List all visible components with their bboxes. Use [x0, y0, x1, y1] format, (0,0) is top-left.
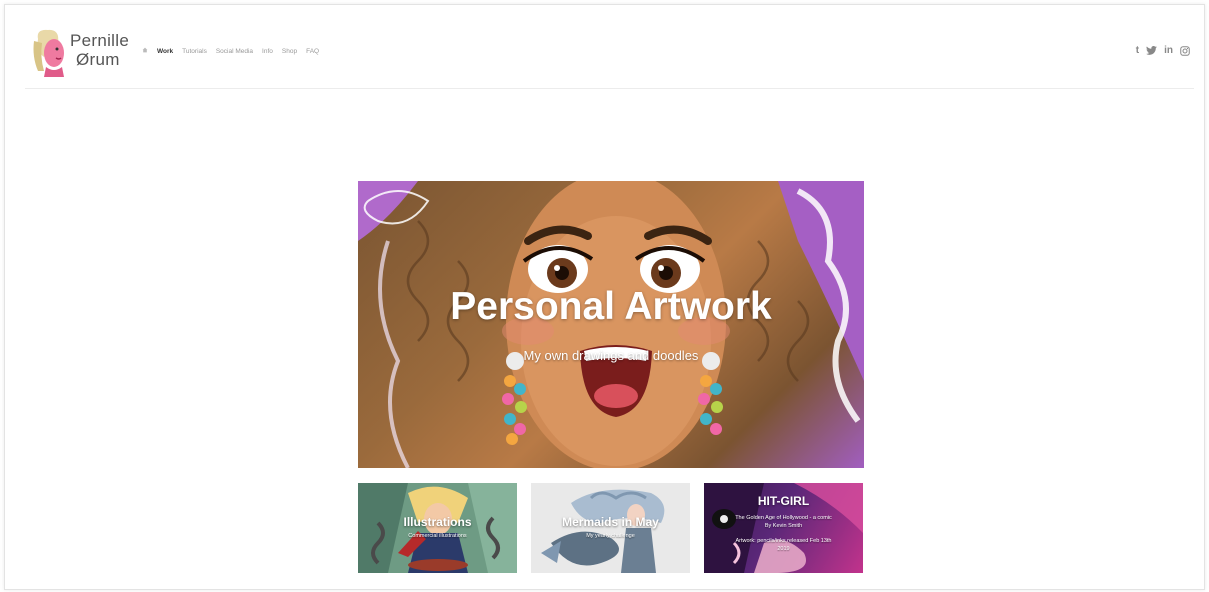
main-nav: Work Tutorials Social Media Info Shop FA…: [142, 47, 319, 55]
site-logo[interactable]: Pernille Ørum: [30, 27, 130, 77]
browser-page: Pernille Ørum Work Tutorials Social Medi…: [4, 4, 1205, 590]
nav-home[interactable]: [142, 47, 148, 55]
hero-personal-artwork[interactable]: Personal Artwork My own drawings and doo…: [358, 181, 864, 468]
nav-info[interactable]: Info: [262, 48, 273, 55]
nav-social-media[interactable]: Social Media: [216, 48, 253, 55]
nav-tutorials[interactable]: Tutorials: [182, 48, 207, 55]
hero-title: Personal Artwork: [450, 285, 772, 328]
linkedin-icon[interactable]: in: [1164, 45, 1173, 56]
home-icon: [142, 47, 148, 53]
tile-illustrations-title: Illustrations: [403, 515, 472, 529]
tile-hit-girl-line-2: By Kevin Smith: [764, 523, 803, 529]
instagram-icon[interactable]: [1180, 45, 1190, 56]
logo-portrait-icon: [33, 29, 64, 77]
tile-mermaids-title: Mermaids in May: [562, 515, 659, 529]
tile-illustrations[interactable]: Illustrations Commercial illustrations: [358, 483, 517, 573]
tumblr-icon[interactable]: t: [1136, 45, 1139, 56]
nav-faq[interactable]: FAQ: [306, 48, 319, 55]
hero-subtitle: My own drawings and doodles: [523, 348, 699, 363]
tile-hit-girl-line-3: Artwork: pencils/inks released Feb 13th: [735, 538, 832, 544]
tile-hit-girl-line-1: The Golden Age of Hollywood - a comic: [735, 515, 832, 521]
tile-illustrations-subtitle: Commercial illustrations: [408, 533, 467, 539]
logo-line-1: Pernille: [70, 31, 130, 50]
logo-line-2: Ørum: [76, 50, 120, 69]
site-header: Pernille Ørum Work Tutorials Social Medi…: [25, 23, 1194, 89]
tile-hit-girl-title: HIT-GIRL: [757, 494, 810, 508]
tile-mermaids-subtitle: My yearly challenge: [586, 533, 635, 539]
twitter-icon[interactable]: [1146, 46, 1158, 55]
nav-shop[interactable]: Shop: [282, 48, 297, 55]
tile-mermaids-in-may[interactable]: Mermaids in May My yearly challenge: [531, 483, 690, 573]
tile-hit-girl[interactable]: HIT-GIRL The Golden Age of Hollywood - a…: [704, 483, 863, 573]
nav-work[interactable]: Work: [157, 48, 173, 55]
social-links: t in: [1136, 45, 1190, 56]
tile-hit-girl-line-4: 2019: [777, 546, 790, 552]
